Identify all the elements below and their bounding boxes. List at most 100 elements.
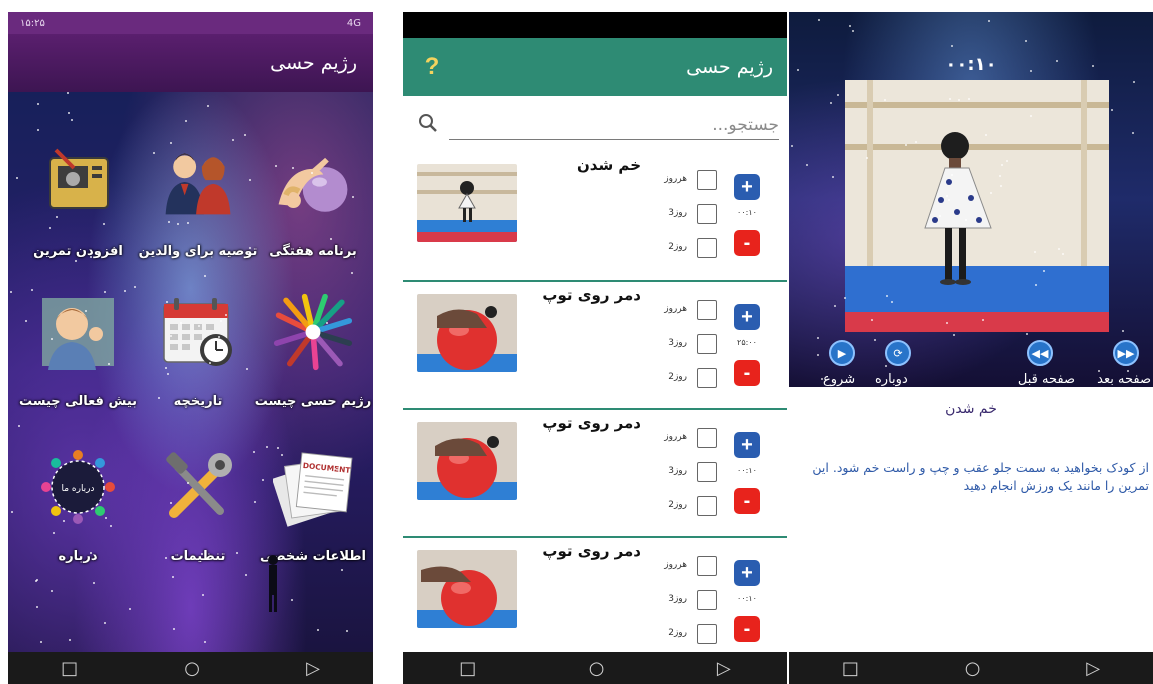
star-dot	[946, 322, 948, 324]
frequency-option[interactable]: هرروز	[647, 166, 717, 200]
option-checkbox[interactable]	[697, 428, 717, 448]
frequency-option[interactable]: هرروز	[647, 424, 717, 458]
exercise-card[interactable]: دمر روی توپ هرروز 3روز 2روز + ۰۰:۱۰ -	[403, 536, 787, 652]
star-dot	[1127, 370, 1129, 372]
star-dot	[93, 582, 95, 584]
option-checkbox[interactable]	[697, 368, 717, 388]
nav-home-button[interactable]: ○	[184, 658, 200, 679]
star-dot	[207, 105, 209, 107]
option-checkbox[interactable]	[697, 496, 717, 516]
nav-recents-button[interactable]: □	[459, 658, 476, 679]
exercise-thumbnail	[417, 164, 517, 242]
star-dot	[219, 352, 221, 354]
frequency-option[interactable]: 3روز	[647, 330, 717, 364]
star-dot	[1030, 115, 1032, 117]
frequency-option[interactable]: 3روز	[647, 586, 717, 620]
exercise-description: از کودک بخواهید به سمت جلو عقب و چپ و را…	[812, 460, 1149, 493]
nav-back-button[interactable]: ▷	[1086, 658, 1100, 679]
next-page-button[interactable]: ▶▶	[1113, 340, 1139, 366]
option-checkbox[interactable]	[697, 204, 717, 224]
nav-home-button[interactable]: ○	[589, 658, 605, 679]
option-label: 3روز	[668, 338, 687, 348]
nav-recents-button[interactable]: □	[842, 658, 859, 679]
decrease-duration-button[interactable]: -	[734, 616, 760, 642]
decrease-duration-button[interactable]: -	[734, 230, 760, 256]
star-dot	[51, 590, 53, 592]
star-dot	[1098, 370, 1100, 372]
tile-label: درباره	[58, 549, 98, 564]
star-dot	[1062, 253, 1064, 255]
nav-back-button[interactable]: ▷	[306, 658, 320, 679]
start-button[interactable]: ▶	[829, 340, 855, 366]
frequency-option[interactable]: هرروز	[647, 552, 717, 586]
star-dot	[220, 320, 222, 322]
tile-about[interactable]: درباره ما درباره	[18, 447, 138, 597]
exercise-name: دمر روی توپ	[542, 414, 641, 432]
star-dot	[253, 451, 255, 453]
help-button[interactable]: ?	[417, 52, 447, 82]
star-dot	[1034, 251, 1036, 253]
frequency-option[interactable]: 2روز	[647, 234, 717, 268]
star-dot	[990, 192, 992, 194]
exercise-name: دمر روی توپ	[542, 542, 641, 560]
star-dot	[885, 365, 887, 367]
app-title: رژیم حسی	[270, 52, 357, 74]
option-checkbox[interactable]	[697, 170, 717, 190]
frequency-option[interactable]: 3روز	[647, 458, 717, 492]
option-checkbox[interactable]	[697, 624, 717, 644]
tile-parent-tips[interactable]: توصیه برای والدین	[138, 142, 258, 292]
notepad-icon	[38, 142, 118, 222]
app-bar: ? رژیم حسی	[403, 38, 787, 96]
star-dot	[850, 376, 852, 378]
tile-weekly-program[interactable]: برنامه هفتگی	[253, 142, 373, 292]
increase-duration-button[interactable]: +	[734, 304, 760, 330]
search-input[interactable]	[449, 110, 779, 140]
status-bar: ۱۵:۲۵ 4G	[8, 12, 373, 34]
system-nav-bar: □ ○ ▷	[8, 652, 373, 684]
option-checkbox[interactable]	[697, 590, 717, 610]
decrease-duration-button[interactable]: -	[734, 360, 760, 386]
frequency-option[interactable]: 2روز	[647, 492, 717, 526]
frequency-option[interactable]: 2روز	[647, 620, 717, 652]
option-checkbox[interactable]	[697, 300, 717, 320]
star-dot	[1030, 70, 1032, 72]
exercise-card[interactable]: خم شدن هرروز 3روز 2روز + ۰۰:۱۰ -	[403, 152, 787, 280]
option-checkbox[interactable]	[697, 462, 717, 482]
previous-page-button[interactable]: ◀◀	[1027, 340, 1053, 366]
frequency-option[interactable]: 2روز	[647, 364, 717, 398]
about-circle-icon: درباره ما	[38, 447, 118, 527]
nav-recents-button[interactable]: □	[61, 658, 78, 679]
increase-duration-button[interactable]: +	[734, 560, 760, 586]
exercise-card[interactable]: دمر روی توپ هرروز 3روز 2روز + ۰۰:۱۰ -	[403, 408, 787, 536]
tile-add-exercise[interactable]: افزودن تمرین	[18, 142, 138, 292]
option-checkbox[interactable]	[697, 238, 717, 258]
increase-duration-button[interactable]: +	[734, 432, 760, 458]
frequency-option[interactable]: 3روز	[647, 200, 717, 234]
star-dot	[25, 320, 27, 322]
star-dot	[225, 314, 227, 316]
star-dot	[249, 179, 251, 181]
search-icon[interactable]	[417, 112, 439, 134]
nav-home-button[interactable]: ○	[965, 658, 981, 679]
frequency-option[interactable]: هرروز	[647, 296, 717, 330]
status-time: ۱۵:۲۵	[20, 17, 45, 29]
star-dot	[1092, 65, 1094, 67]
increase-duration-button[interactable]: +	[734, 174, 760, 200]
decrease-duration-button[interactable]: -	[734, 488, 760, 514]
nav-back-button[interactable]: ▷	[717, 658, 731, 679]
tile-adhd-info[interactable]: بیش فعالی چیست	[18, 292, 138, 442]
player-header: ۰۰:۱۰ ▶▶ ◀◀ ⟳ ▶ صفحه بعد صفحه قبل دوباره…	[789, 12, 1153, 387]
option-checkbox[interactable]	[697, 334, 717, 354]
star-dot	[965, 219, 967, 221]
star-dot	[1056, 60, 1058, 62]
tile-history[interactable]: تاریخچه	[138, 292, 258, 442]
option-checkbox[interactable]	[697, 556, 717, 576]
star-dot	[36, 606, 38, 608]
tile-sensory-diet-info[interactable]: رژیم حسی چیست	[253, 292, 373, 442]
star-dot	[852, 30, 854, 32]
replay-button[interactable]: ⟳	[885, 340, 911, 366]
exercise-card[interactable]: دمر روی توپ هرروز 3روز 2روز + ۲۵:۰۰ -	[403, 280, 787, 408]
wrench-icon	[158, 447, 238, 527]
star-dot	[177, 223, 179, 225]
tile-settings[interactable]: تنظیمات	[138, 447, 258, 597]
